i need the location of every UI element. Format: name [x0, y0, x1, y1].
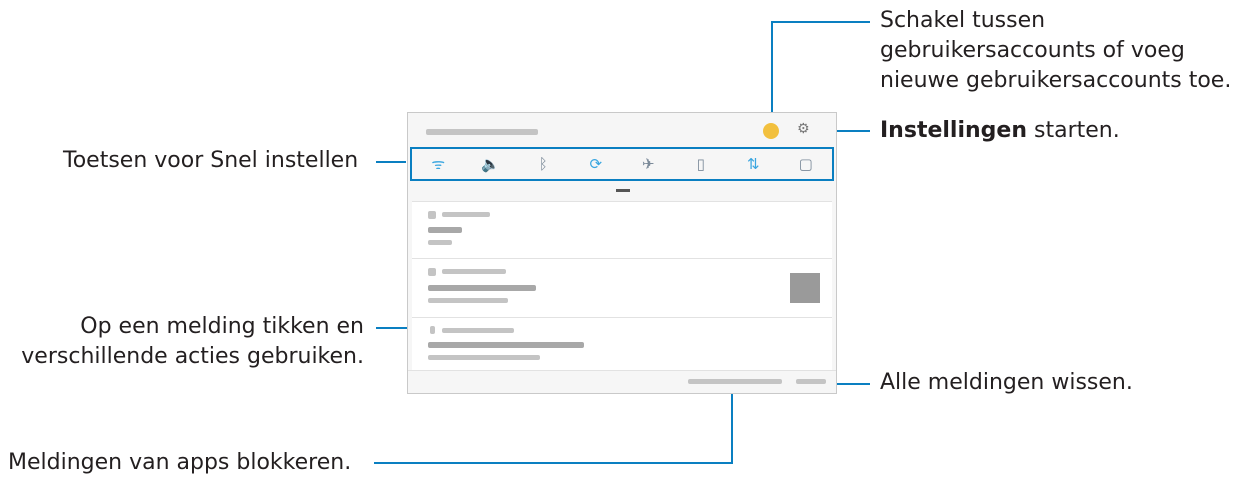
callout-switch-accounts-line2: gebruikersaccounts of voeg	[880, 38, 1185, 63]
callout-notification-tap-line2: verschillende acties gebruiken.	[21, 344, 364, 369]
notification-1-app-icon	[428, 211, 436, 219]
power-saving-icon[interactable]: ▯	[689, 155, 713, 173]
panel-footer	[408, 370, 836, 393]
user-avatar-icon[interactable]	[763, 123, 779, 139]
callout-settings: Instellingen starten.	[880, 116, 1120, 146]
date-time-text	[426, 129, 538, 135]
gear-icon[interactable]: ⚙	[797, 121, 810, 137]
callout-quick-settings: Toetsen voor Snel instellen	[63, 148, 359, 173]
leader-quick-settings	[376, 161, 406, 163]
panel-drag-handle[interactable]	[616, 189, 630, 192]
mobile-data-icon[interactable]: ⇅	[741, 155, 765, 173]
notification-2-title	[428, 285, 536, 291]
callout-switch-accounts-line1: Schakel tussen	[880, 8, 1046, 33]
notification-1-text	[428, 240, 452, 245]
notification-panel: ⚙ ᯤ 🔈 ᛒ ⟳ ✈ ▯ ⇅ ▢	[407, 112, 837, 394]
quick-settings-bar: ᯤ 🔈 ᛒ ⟳ ✈ ▯ ⇅ ▢	[410, 147, 834, 181]
notification-2-app-name	[442, 269, 506, 274]
flashlight-icon[interactable]: ▢	[794, 155, 818, 173]
callout-settings-rest: starten.	[1027, 118, 1120, 143]
callout-switch-accounts-line3: nieuwe gebruikersaccounts toe.	[880, 68, 1232, 93]
callout-notification-tap: Op een melding tikken en verschillende a…	[21, 312, 364, 372]
notification-3-app-icon	[430, 326, 435, 334]
block-notifications-button[interactable]	[688, 379, 782, 384]
rotate-icon[interactable]: ⟳	[584, 155, 608, 173]
notification-2-thumbnail	[790, 273, 820, 303]
callout-notification-tap-line1: Op een melding tikken en	[80, 314, 364, 339]
notification-1-title	[428, 227, 462, 233]
notification-3-app-name	[442, 328, 514, 333]
notification-3-title	[428, 342, 584, 348]
sound-icon[interactable]: 🔈	[479, 155, 503, 173]
notification-1-app-name	[442, 212, 490, 217]
notification-card-1[interactable]	[412, 201, 832, 258]
clear-all-button[interactable]	[796, 379, 826, 384]
panel-header: ⚙	[408, 113, 836, 149]
leader-switch-accounts-h	[771, 21, 870, 23]
leader-block-apps-v	[731, 388, 733, 464]
bluetooth-icon[interactable]: ᛒ	[531, 155, 555, 173]
callout-settings-bold: Instellingen	[880, 118, 1027, 143]
notification-card-2[interactable]	[412, 258, 832, 317]
callout-block-apps: Meldingen van apps blokkeren.	[8, 450, 352, 475]
airplane-icon[interactable]: ✈	[636, 155, 660, 173]
wifi-icon[interactable]: ᯤ	[426, 154, 450, 174]
notification-3-text	[428, 355, 540, 360]
callout-switch-accounts: Schakel tussen gebruikersaccounts of voe…	[880, 6, 1231, 96]
notification-2-text	[428, 298, 508, 303]
callout-clear-all: Alle meldingen wissen.	[880, 370, 1133, 395]
leader-switch-accounts-v	[771, 21, 773, 118]
leader-block-apps-h	[374, 462, 733, 464]
notification-2-app-icon	[428, 268, 436, 276]
notification-card-3[interactable]	[412, 317, 832, 372]
